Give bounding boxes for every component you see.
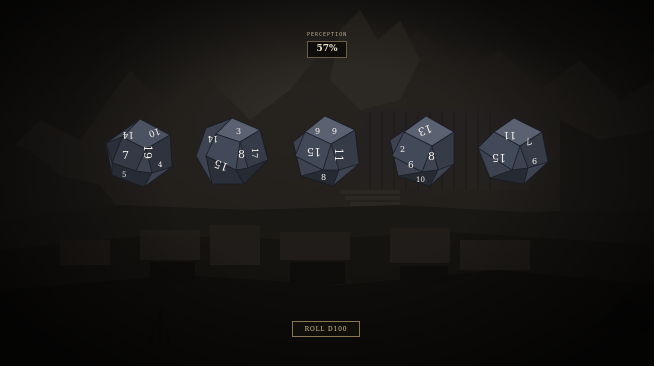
perception-panel: PERCEPTION 57% <box>307 32 347 58</box>
die-1-face-5: 4 <box>158 161 163 169</box>
die-4-face-4: 8 <box>428 150 435 163</box>
die-4-face-2: 2 <box>400 145 405 154</box>
d20-die-3[interactable]: 9 6 15 11 8 <box>287 112 367 192</box>
die-1-face-4: 19 <box>141 145 154 159</box>
die-3-face-3: 15 <box>307 145 321 158</box>
die-3-face-5: 8 <box>321 173 326 182</box>
perception-label: PERCEPTION <box>307 32 348 38</box>
die-3-face-2: 6 <box>332 126 337 135</box>
die-5-face-1: 11 <box>503 129 516 140</box>
die-2-face-4: 8 <box>238 148 245 161</box>
d20-die-1[interactable]: 14 10 7 19 4 5 <box>100 113 180 193</box>
d20-die-2[interactable]: 14 3 15 8 17 <box>192 112 272 192</box>
die-4-face-3: 6 <box>408 161 414 171</box>
die-1-face-1: 14 <box>122 129 134 139</box>
die-3-face-1: 9 <box>315 127 320 136</box>
die-3-face-4: 11 <box>332 148 345 162</box>
roll-d100-button[interactable]: ROLL D100 <box>292 321 360 337</box>
die-5-face-3: 15 <box>492 151 506 164</box>
die-2-face-1: 14 <box>208 134 218 143</box>
die-5-face-4: 6 <box>532 157 537 166</box>
d20-die-4[interactable]: 13 2 6 8 10 <box>384 112 464 192</box>
die-2-face-2: 3 <box>236 127 241 136</box>
die-1-face-3: 7 <box>122 149 129 162</box>
game-scene: PERCEPTION 57% 14 10 7 19 4 5 14 3 15 8 … <box>0 0 654 366</box>
die-4-face-5: 10 <box>416 176 425 184</box>
die-1-face-6: 5 <box>122 171 126 179</box>
d20-die-5[interactable]: 11 7 15 6 <box>474 112 554 192</box>
perception-value: 57% <box>307 41 347 58</box>
die-2-face-5: 17 <box>250 148 259 158</box>
